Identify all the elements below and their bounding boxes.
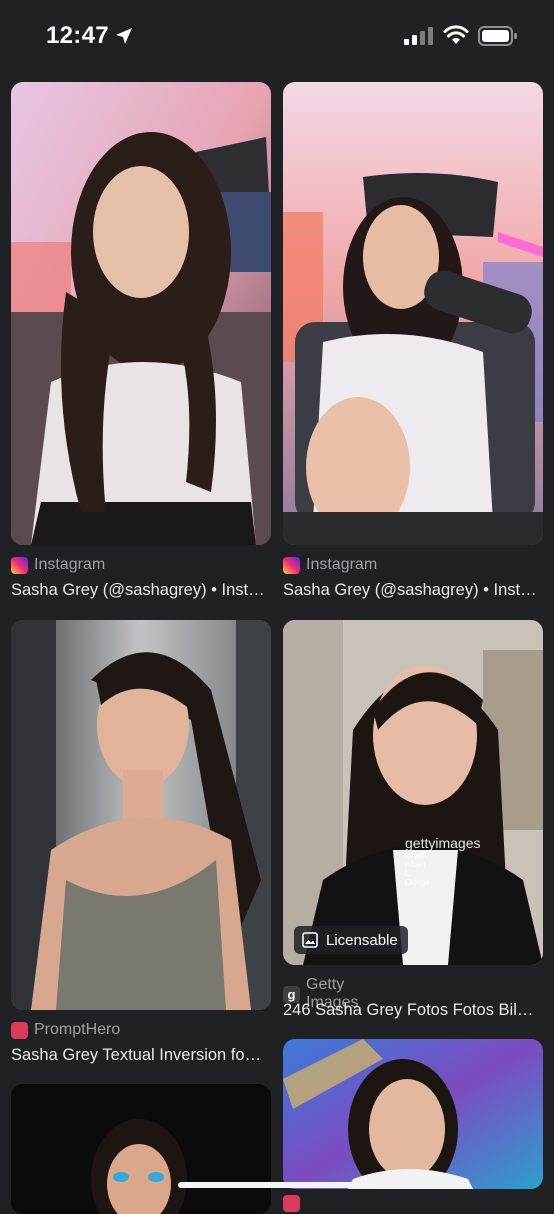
cellular-signal-icon — [404, 27, 433, 45]
instagram-icon — [11, 556, 28, 574]
battery-icon — [478, 26, 517, 46]
getty-icon: g — [283, 985, 300, 1003]
home-indicator[interactable] — [178, 1182, 376, 1188]
status-time: 12:47 — [46, 22, 109, 49]
result-source[interactable]: Instagram — [283, 556, 377, 574]
status-bar: 12:47 — [0, 0, 554, 74]
source-icon — [283, 1195, 300, 1212]
image-thumbnail[interactable] — [11, 620, 271, 1010]
instagram-icon — [283, 556, 300, 574]
result-title[interactable]: Sasha Grey (@sashagrey) • Inst… — [283, 581, 539, 600]
source-label: Instagram — [34, 556, 106, 573]
result-source[interactable]: Instagram — [11, 556, 105, 574]
wifi-icon — [443, 25, 469, 44]
result-source[interactable]: PromptHero — [11, 1021, 120, 1039]
result-title[interactable]: Sasha Grey Textual Inversion fo… — [11, 1046, 267, 1065]
image-thumbnail[interactable] — [283, 1039, 543, 1189]
prompthero-icon — [11, 1021, 28, 1039]
image-thumbnail[interactable] — [11, 82, 271, 545]
result-title[interactable]: 246 Sasha Grey Fotos Fotos Bil… — [283, 1001, 539, 1020]
licensable-label: Licensable — [326, 931, 398, 949]
result-title[interactable]: Sasha Grey (@sashagrey) • Inst… — [11, 581, 267, 600]
image-thumbnail[interactable] — [283, 620, 543, 965]
watermark-text: gettyimages — [405, 835, 481, 851]
image-thumbnail[interactable] — [11, 1084, 271, 1214]
source-label: Instagram — [306, 556, 378, 573]
image-icon — [302, 932, 318, 948]
image-thumbnail[interactable] — [283, 82, 543, 545]
licensable-badge[interactable]: Licensable — [294, 926, 408, 954]
location-arrow-icon — [116, 28, 132, 44]
watermark-credit: Credit: Albert L. Ortega — [405, 851, 430, 887]
source-label: PromptHero — [34, 1021, 121, 1038]
